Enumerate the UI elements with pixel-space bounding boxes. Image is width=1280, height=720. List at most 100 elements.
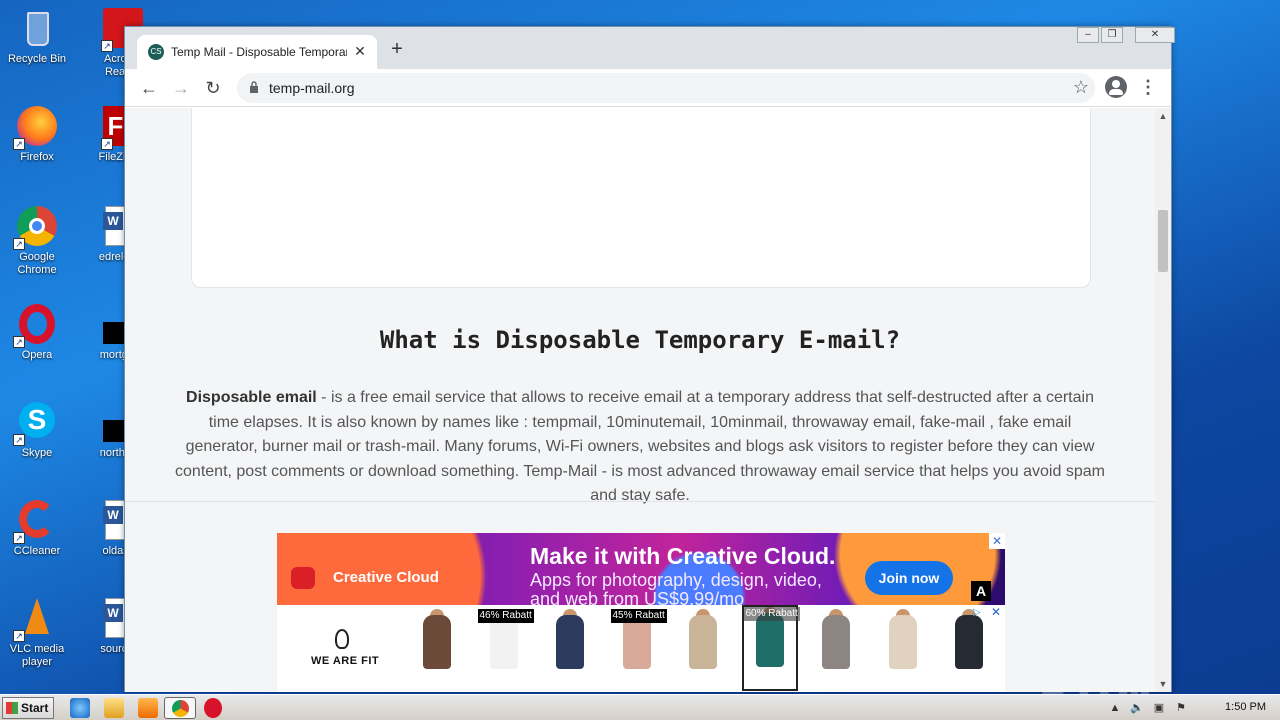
ad-product-thumbnail[interactable]: 46% Rabatt [477,609,534,671]
join-now-button[interactable]: Join now [865,561,953,595]
forward-arrow-icon[interactable]: → [169,76,193,100]
desktop-icon-recycle-bin[interactable]: Recycle Bin [0,6,74,66]
creative-cloud-logo-icon [291,567,315,589]
ad-brand-text: Creative Cloud [333,569,439,586]
product-garment [888,615,917,669]
restore-window-button[interactable]: ❐ [1101,27,1123,43]
desktop-icon-label: Firefox [20,151,54,163]
desktop-icon-label: Google Chrome [17,251,57,276]
desktop-icon-label: Recycle Bin [7,53,67,65]
page-heading: What is Disposable Temporary E-mail? [379,326,901,354]
browser-toolbar: ← → ↻ temp-mail.org ☆ ⋮ [125,69,1171,107]
tempmail-favicon-icon: CS [148,44,164,60]
media-player-icon[interactable] [138,698,158,718]
start-button[interactable]: Start [2,697,54,719]
section-divider [125,501,1155,502]
ad-product-thumbnail[interactable]: 45% Rabatt [610,609,667,671]
ad-product-thumbnail[interactable]: 60% Rabatt [741,605,800,691]
reload-icon[interactable]: ↻ [201,76,225,100]
taskbar-chrome-button[interactable] [164,697,196,719]
recycle-bin-icon [15,6,59,50]
ad-product-strip[interactable]: WE ARE FIT 46% Rabatt 45% Rabatt 60% Rabat… [277,605,1005,692]
tab-title: Temp Mail - Disposable Temporary E [171,45,347,59]
page-viewport: What is Disposable Temporary E-mail? Dis… [125,108,1155,692]
description-bold: Disposable email [186,389,317,406]
discount-badge: 45% Rabatt [610,609,667,623]
ad-product-thumbnail[interactable] [877,609,929,671]
firefox-icon: ↗ [13,104,59,150]
clock[interactable]: 1:50 PM [1225,701,1266,713]
scroll-down-arrow-icon[interactable]: ▼ [1155,676,1171,692]
discount-badge: 46% Rabatt [477,609,534,623]
product-garment [955,615,983,669]
profile-avatar-icon[interactable] [1105,76,1127,98]
product-garment [822,615,850,669]
chrome-icon: ↗ [13,204,59,250]
ad-product-thumbnail[interactable] [943,609,995,671]
skype-icon: S ↗ [13,400,59,446]
show-hidden-icons-icon[interactable]: ▲ [1108,701,1122,715]
ad-product-thumbnail[interactable] [544,609,596,671]
address-bar[interactable]: temp-mail.org ☆ [237,73,1095,103]
desktop-icon-skype[interactable]: S ↗ Skype [0,400,74,460]
internet-explorer-icon[interactable] [70,698,90,718]
ad-subline: Apps for photography, design, video, and… [530,570,822,606]
desktop-icon-google-chrome[interactable]: ↗ Google Chrome [0,204,74,277]
product-garment [556,615,584,669]
scroll-up-arrow-icon[interactable]: ▲ [1155,108,1171,124]
browser-window: CS Temp Mail - Disposable Temporary E ✕ … [124,26,1175,692]
ad-close-icon[interactable]: ✕ [989,533,1005,549]
minimize-window-button[interactable]: ‒ [1077,27,1099,43]
advertisement[interactable]: Creative Cloud Make it with Creative Clo… [277,533,1005,692]
wearefit-logo-icon [335,629,349,649]
desktop-icon-ccleaner[interactable]: ↗ CCleaner [0,498,74,558]
network-icon[interactable]: ▣ [1152,701,1166,715]
windows-flag-icon [6,702,18,714]
chrome-icon [172,700,189,717]
desktop-icon-vlc[interactable]: ↗ VLC media player [0,596,74,669]
url-text: temp-mail.org [269,80,355,96]
opera-icon[interactable] [204,698,222,718]
desktop-icon-firefox[interactable]: ↗ Firefox [0,104,74,164]
bookmark-star-icon[interactable]: ☆ [1073,77,1089,98]
vlc-cone-icon: ↗ [13,596,59,642]
adobe-logo-icon: A [971,581,991,601]
system-tray: ▲ 🔈 ▣ ⚑ 1:50 PM [1104,695,1280,720]
volume-icon[interactable]: 🔈 [1130,701,1144,715]
product-garment [755,613,784,667]
ad-headline: Make it with Creative Cloud. [530,543,836,569]
vertical-scrollbar[interactable]: ▲ ▼ [1155,108,1171,692]
desktop-icon-label: Skype [21,447,53,459]
close-tab-icon[interactable]: ✕ [351,42,369,60]
ad-info-icon[interactable]: ▷ [973,607,985,619]
start-label: Start [21,701,49,715]
tab-strip: CS Temp Mail - Disposable Temporary E ✕ … [125,27,1175,69]
ad-strip-close-icon[interactable]: ✕ [989,605,1003,619]
product-garment [489,615,518,669]
close-window-button[interactable]: ✕ [1135,27,1175,43]
back-arrow-icon[interactable]: ← [137,76,161,100]
product-garment [689,615,717,669]
ad-strip-brand: WE ARE FIT [311,655,380,667]
scroll-thumb[interactable] [1158,210,1168,272]
inbox-card [191,108,1091,288]
ad-product-thumbnail[interactable] [810,609,862,671]
kebab-menu-icon[interactable]: ⋮ [1139,76,1157,100]
tab-temp-mail[interactable]: CS Temp Mail - Disposable Temporary E ✕ [137,35,377,69]
ad-product-thumbnail[interactable] [677,609,729,671]
desktop-icon-label: CCleaner [13,545,61,557]
product-garment [622,615,651,669]
taskbar: Start ▲ 🔈 ▣ ⚑ 1:50 PM [0,694,1280,720]
desktop-icon-label: Opera [21,349,53,361]
folder-icon[interactable] [104,698,124,718]
action-center-flag-icon[interactable]: ⚑ [1174,701,1188,715]
opera-icon: ↗ [13,302,59,348]
ad-product-thumbnail[interactable] [411,609,463,671]
product-garment [423,615,451,669]
desktop-icon-opera[interactable]: ↗ Opera [0,302,74,362]
description-text: - is a free email service that allows to… [175,389,1105,504]
page-description: Disposable email - is a free email servi… [175,386,1105,509]
new-tab-button[interactable]: + [387,39,407,59]
discount-badge: 60% Rabatt [743,607,800,621]
ad-banner-creative-cloud[interactable]: Creative Cloud Make it with Creative Clo… [277,533,1005,605]
